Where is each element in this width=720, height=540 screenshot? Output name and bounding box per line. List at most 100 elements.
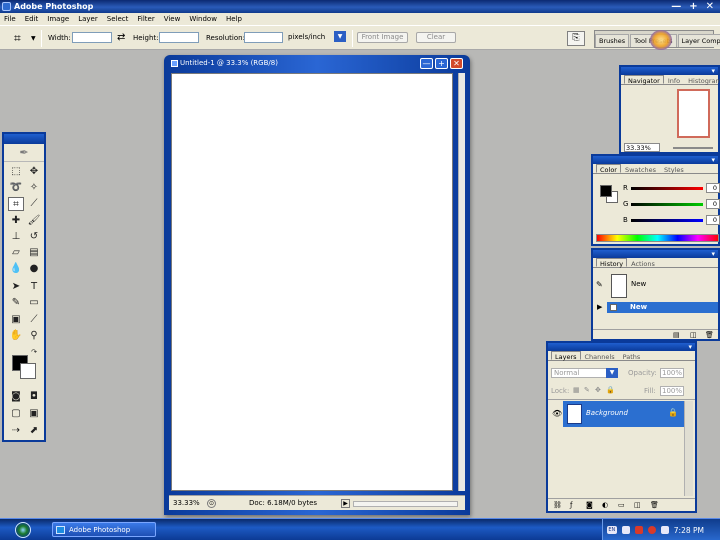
blend-mode-select[interactable]: Normal ▼ [551,368,618,378]
hand-tool-icon[interactable]: ✋ [8,329,24,343]
tab-color[interactable]: Color [596,164,621,174]
panel-close-icon[interactable]: ▾ [688,343,692,351]
panel-header[interactable]: ▾ [621,67,718,75]
panel-close-icon[interactable]: ▾ [711,67,715,75]
toolbox-header[interactable] [4,134,44,144]
panel-header[interactable]: ▾ [548,343,695,351]
color-spectrum-ramp[interactable] [596,234,719,242]
type-tool-icon[interactable]: T [26,280,42,294]
volume-icon[interactable] [660,526,669,534]
eye-icon[interactable]: 👁 [552,409,562,418]
horizontal-scrollbar[interactable] [353,501,458,507]
tab-layers[interactable]: Layers [551,351,581,361]
start-button[interactable] [0,519,46,540]
blur-tool-icon[interactable]: 💧 [8,262,24,276]
taskbar-item-photoshop[interactable]: Adobe Photoshop [52,522,156,537]
slice-tool-icon[interactable]: ⟋ [26,197,42,211]
well-tab-brushes[interactable]: Brushes [595,34,630,47]
tab-swatches[interactable]: Swatches [621,164,660,174]
status-navigate-icon[interactable]: ⊙ [207,499,216,508]
resolution-input[interactable] [244,32,283,43]
tab-info[interactable]: Info [664,75,684,85]
new-document-from-state-icon[interactable]: ▤ [673,331,680,339]
menu-window[interactable]: Window [189,15,217,23]
panel-close-icon[interactable]: ▾ [711,250,715,258]
document-titlebar[interactable]: Untitled-1 @ 33.3% (RGB/8) — + ✕ [169,55,465,72]
menu-layer[interactable]: Layer [78,15,98,23]
navigator-proxy-preview[interactable] [677,89,710,138]
tab-styles[interactable]: Styles [660,164,688,174]
chevron-down-icon[interactable]: ▼ [334,31,346,42]
lock-pixels-icon[interactable]: ✎ [584,386,590,394]
red-value-field[interactable]: 0 [706,183,720,193]
move-tool-icon[interactable]: ✥ [26,165,42,179]
path-selection-tool-icon[interactable]: ➤ [8,280,24,294]
magic-wand-tool-icon[interactable]: ✧ [26,181,42,195]
navigator-zoom-slider[interactable] [673,147,713,149]
clone-stamp-tool-icon[interactable]: ⊥ [8,230,24,244]
swap-dimensions-icon[interactable]: ⇄ [117,32,125,43]
notes-tool-icon[interactable]: ▣ [8,313,24,327]
menu-image[interactable]: Image [47,15,69,23]
chevron-down-icon[interactable]: ▼ [606,368,618,378]
tab-channels[interactable]: Channels [581,351,619,361]
standard-mode-icon[interactable]: ◙ [8,390,24,404]
green-slider[interactable] [631,203,703,206]
resolution-unit-select[interactable]: pixels/inch ▼ [286,31,346,43]
menu-help[interactable]: Help [226,15,242,23]
crop-tool-icon[interactable]: ⌗ [8,197,24,211]
width-input[interactable] [72,32,112,43]
imageready-icon[interactable]: ⬈ [26,424,42,438]
menu-view[interactable]: View [164,15,181,23]
adobe-feather-icon[interactable]: ✒ [4,144,44,162]
eraser-tool-icon[interactable]: ▱ [8,246,24,260]
well-tab-layer-comps[interactable]: Layer Comps [677,34,720,47]
color-foreground-swatch[interactable] [600,185,612,197]
swap-colors-icon[interactable]: ↷ [30,348,38,356]
clear-button[interactable]: Clear [416,32,456,43]
full-screen-mode-icon[interactable]: ▣ [26,407,42,421]
layer-mask-icon[interactable]: ◙ [586,501,593,509]
standard-screen-mode-icon[interactable]: ▢ [8,407,24,421]
maximize-button[interactable]: + [689,1,697,12]
front-image-button[interactable]: Front Image [357,32,408,43]
new-snapshot-icon[interactable]: ◫ [690,331,697,339]
lock-all-icon[interactable]: 🔒 [606,386,615,394]
minimize-button[interactable]: — [671,1,681,12]
trash-icon[interactable]: 🗑 [650,501,659,509]
document-zoom[interactable]: 33.33% [173,496,200,511]
lasso-tool-icon[interactable]: ➰ [8,181,24,195]
tab-actions[interactable]: Actions [627,258,659,268]
gradient-tool-icon[interactable]: ▤ [26,246,42,260]
language-indicator[interactable]: EN [606,526,617,534]
layers-scrollbar[interactable] [684,401,693,496]
layer-style-icon[interactable]: ƒ [570,501,572,509]
brush-tool-icon[interactable]: 🖌 [26,214,42,228]
jump-to-imageready-icon[interactable]: ⇢ [8,424,24,438]
lock-transparency-icon[interactable]: ▦ [573,386,580,394]
history-state-row[interactable]: ▶ New [597,302,718,313]
panel-close-icon[interactable]: ▾ [711,156,715,164]
tray-icon-2[interactable] [634,526,643,534]
document-close-button[interactable]: ✕ [450,58,463,69]
new-group-icon[interactable]: ▭ [618,501,625,509]
lock-position-icon[interactable]: ✥ [595,386,601,394]
tray-icon-3[interactable] [647,526,656,534]
tab-paths[interactable]: Paths [619,351,645,361]
clock[interactable]: 7:28 PM [674,526,704,535]
link-layers-icon[interactable]: ⛓ [553,501,562,509]
tab-history[interactable]: History [596,258,628,268]
history-brush-tool-icon[interactable]: ↺ [26,230,42,244]
trash-icon[interactable]: 🗑 [705,331,714,339]
tool-preset-caret-icon[interactable]: ▼ [31,35,36,42]
menu-edit[interactable]: Edit [25,15,39,23]
document-minimize-button[interactable]: — [420,58,433,69]
status-menu-arrow-icon[interactable]: ▶ [341,499,350,508]
panel-header[interactable]: ▾ [593,156,718,164]
vertical-scrollbar[interactable] [458,73,465,491]
pen-tool-icon[interactable]: ✎ [8,296,24,310]
close-button[interactable]: ✕ [706,1,714,12]
image-canvas[interactable] [171,73,453,491]
layer-row-background[interactable]: Background 🔒 [563,401,684,427]
menu-filter[interactable]: Filter [137,15,154,23]
